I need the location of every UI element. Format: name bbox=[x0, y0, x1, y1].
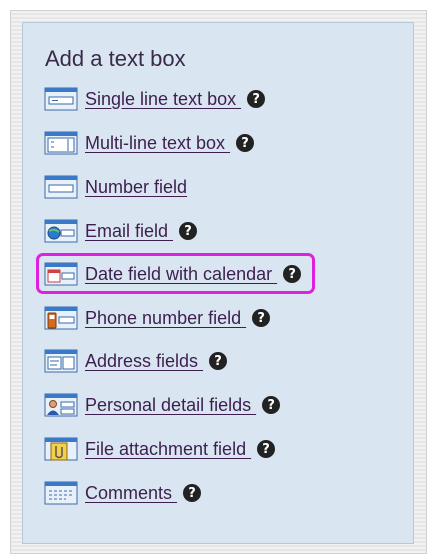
help-icon[interactable]: ? bbox=[252, 309, 271, 327]
help-icon[interactable]: ? bbox=[183, 484, 202, 502]
list-item-email-field: Email field ? bbox=[44, 216, 198, 246]
number-field-link[interactable]: Number field bbox=[85, 177, 187, 198]
help-icon[interactable]: ? bbox=[209, 352, 228, 370]
file-attachment-icon[interactable] bbox=[44, 436, 78, 462]
list-item-comments: Comments ? bbox=[44, 478, 202, 508]
number-field-icon[interactable] bbox=[44, 174, 78, 200]
help-icon[interactable]: ? bbox=[179, 222, 198, 240]
phone-number-field-link[interactable]: Phone number field bbox=[85, 308, 246, 329]
list-item-multi-line-text-box: Multi-line text box ? bbox=[44, 128, 255, 158]
email-field-link[interactable]: Email field bbox=[85, 221, 173, 242]
list-item-phone-number-field: Phone number field ? bbox=[44, 303, 271, 333]
help-icon[interactable]: ? bbox=[236, 134, 255, 152]
multi-line-text-box-link[interactable]: Multi-line text box bbox=[85, 133, 230, 154]
personal-details-icon[interactable] bbox=[44, 392, 78, 418]
list-item-number-field: Number field bbox=[44, 172, 187, 202]
panel-title: Add a text box bbox=[45, 46, 186, 71]
address-fields-link[interactable]: Address fields bbox=[85, 351, 203, 372]
help-icon[interactable]: ? bbox=[257, 440, 276, 458]
comments-link[interactable]: Comments bbox=[85, 483, 177, 504]
list-item-personal-detail-fields: Personal detail fields ? bbox=[44, 390, 281, 420]
personal-detail-fields-link[interactable]: Personal detail fields bbox=[85, 395, 256, 416]
list-item-single-line-text-box: Single line text box ? bbox=[44, 84, 266, 114]
single-line-text-box-link[interactable]: Single line text box bbox=[85, 89, 241, 110]
phone-field-icon[interactable] bbox=[44, 305, 78, 331]
email-field-icon[interactable] bbox=[44, 218, 78, 244]
help-icon[interactable]: ? bbox=[247, 90, 266, 108]
help-icon[interactable]: ? bbox=[262, 396, 281, 414]
list-item-file-attachment-field: File attachment field ? bbox=[44, 434, 276, 464]
comments-icon[interactable] bbox=[44, 480, 78, 506]
highlight-box bbox=[36, 253, 315, 294]
file-attachment-field-link[interactable]: File attachment field bbox=[85, 439, 251, 460]
list-item-address-fields: Address fields ? bbox=[44, 346, 228, 376]
multi-line-textbox-icon[interactable] bbox=[44, 130, 78, 156]
address-field-icon[interactable] bbox=[44, 348, 78, 374]
single-line-textbox-icon[interactable] bbox=[44, 86, 78, 112]
